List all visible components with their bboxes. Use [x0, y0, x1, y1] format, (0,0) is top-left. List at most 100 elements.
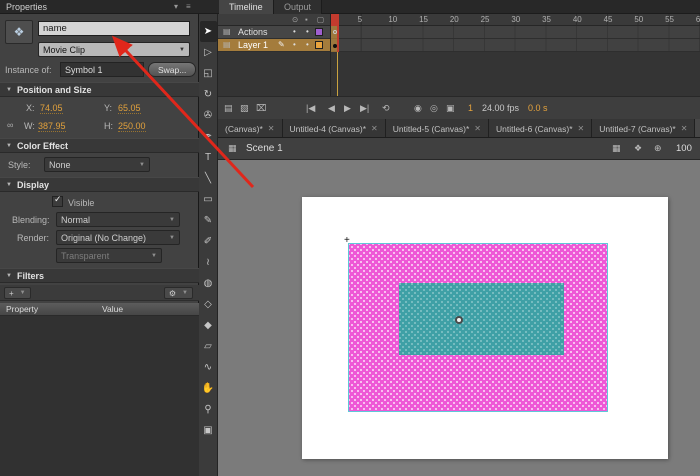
document-tab[interactable]: Untitled-6 (Canvas)*✕ — [489, 119, 592, 138]
step-forward-button[interactable]: ▶| — [360, 97, 369, 120]
panel-menu-icon[interactable]: ≡ — [186, 2, 191, 11]
delete-layer-button[interactable]: ⌧ — [256, 97, 266, 120]
selected-movieclip-shape[interactable] — [348, 243, 608, 412]
new-layer-button[interactable]: ▤ — [224, 97, 233, 120]
playhead-line[interactable] — [337, 14, 339, 52]
frame-rate-indicator[interactable]: 24.00 fps — [482, 97, 519, 120]
frame-row-actions[interactable] — [331, 26, 700, 39]
frame-grid[interactable] — [331, 26, 700, 52]
paint-bucket-tool[interactable]: ◍ — [200, 273, 217, 294]
subselection-tool[interactable]: ▷ — [200, 42, 217, 63]
tab-output[interactable]: Output — [274, 0, 322, 14]
loop-button[interactable]: ⟲ — [382, 97, 390, 120]
edit-symbols-icon[interactable]: ❖ — [634, 143, 642, 154]
document-tab[interactable]: Untitled-5 (Canvas)*✕ — [386, 119, 489, 138]
layer-row-actions[interactable]: ▤Actions•• — [218, 26, 331, 39]
section-filters[interactable]: ▼ Filters — [0, 268, 199, 283]
onion-skin-outlines-button[interactable]: ◎ — [430, 97, 438, 120]
close-tab-icon[interactable]: ✕ — [578, 124, 585, 133]
instance-name-input[interactable] — [38, 21, 190, 36]
document-tab[interactable]: Untitled-4 (Canvas)*✕ — [283, 119, 386, 138]
style-dropdown[interactable]: None ▼ — [44, 157, 150, 172]
frame-ruler[interactable]: 151015202530354045505560 — [331, 14, 700, 26]
section-display[interactable]: ▼ Display — [0, 177, 199, 192]
outline-box-icon[interactable]: ▢ — [317, 14, 324, 26]
layer-visible-dot[interactable]: • — [293, 40, 296, 49]
edit-bar: ▦ Scene 1 ▦ ❖ ⊕ 100 — [218, 138, 700, 160]
filters-toolbar: + ▼ ⚙ ▼ — [0, 285, 199, 301]
layer-lock-dot[interactable]: • — [306, 27, 309, 36]
pencil-tool[interactable]: ✎ — [200, 210, 217, 231]
instance-of-value: Symbol 1 — [65, 65, 103, 75]
instance-of-value-field[interactable]: Symbol 1 — [60, 62, 144, 77]
eraser-tool[interactable]: ▱ — [200, 336, 217, 357]
inner-rectangle-shape[interactable] — [399, 283, 564, 355]
close-tab-icon[interactable]: ✕ — [681, 124, 688, 133]
transformation-point[interactable] — [455, 316, 463, 324]
visible-checkbox[interactable]: ✓ — [52, 196, 63, 207]
document-tab[interactable]: Untitled-7 (Canvas)*✕ — [592, 119, 695, 138]
text-tool[interactable]: T — [200, 147, 217, 168]
rectangle-tool[interactable]: ▭ — [200, 189, 217, 210]
camera-tool[interactable]: ▣ — [200, 420, 217, 441]
document-tab[interactable]: Untitled-8 (Canva✕ — [695, 119, 700, 138]
blending-dropdown[interactable]: Normal ▼ — [56, 212, 180, 227]
hand-tool[interactable]: ✋ — [200, 378, 217, 399]
selection-tool[interactable]: ➤ — [200, 21, 217, 42]
lasso-tool[interactable]: ✇ — [200, 105, 217, 126]
lock-icon[interactable]: ▪ — [305, 14, 308, 26]
pen-tool[interactable]: ✒ — [200, 126, 217, 147]
close-tab-icon[interactable]: ✕ — [371, 124, 378, 133]
x-value[interactable]: 74.05 — [40, 103, 63, 114]
close-tab-icon[interactable]: ✕ — [474, 124, 481, 133]
width-tool[interactable]: ∿ — [200, 357, 217, 378]
section-position-and-size[interactable]: ▼ Position and Size — [0, 82, 199, 97]
gear-icon: ⚙ — [169, 289, 176, 298]
symbol-type-dropdown[interactable]: Movie Clip ▼ — [38, 42, 190, 57]
layer-row-layer-1[interactable]: ▤Layer 1✎•• — [218, 39, 331, 52]
eye-icon[interactable]: ⊙ — [292, 14, 298, 26]
pasteboard[interactable]: + — [218, 160, 700, 476]
chevron-down-icon: ▼ — [20, 290, 26, 296]
play-button[interactable]: ▶ — [344, 97, 351, 120]
scene-name[interactable]: Scene 1 — [246, 143, 283, 154]
w-label: W: — [24, 121, 35, 131]
render-dropdown[interactable]: Original (No Change) ▼ — [56, 230, 180, 245]
section-color-effect[interactable]: ▼ Color Effect — [0, 138, 199, 153]
onion-skin-button[interactable]: ◉ — [414, 97, 422, 120]
brush-tool[interactable]: ✐ — [200, 231, 217, 252]
w-value[interactable]: 387.95 — [38, 121, 66, 132]
eyedropper-tool[interactable]: ◆ — [200, 315, 217, 336]
bone-tool[interactable]: ≀ — [200, 252, 217, 273]
ink-bottle-tool[interactable]: ◇ — [200, 294, 217, 315]
3d-rotation-tool[interactable]: ↻ — [200, 84, 217, 105]
edit-scene-icon[interactable]: ▦ — [612, 143, 621, 154]
layer-visible-dot[interactable]: • — [293, 27, 296, 36]
line-tool[interactable]: ╲ — [200, 168, 217, 189]
free-transform-tool[interactable]: ◱ — [200, 63, 217, 84]
layer-lock-dot[interactable]: • — [306, 40, 309, 49]
link-width-height-icon[interactable]: ∞ — [7, 120, 13, 130]
stage[interactable]: + — [302, 197, 668, 459]
go-to-first-frame-button[interactable]: |◀ — [306, 97, 315, 120]
y-value[interactable]: 65.05 — [118, 103, 141, 114]
center-stage-icon[interactable]: ⊕ — [654, 143, 662, 154]
ruler-frame-number: 25 — [481, 15, 490, 24]
h-value[interactable]: 250.00 — [118, 121, 146, 132]
document-tab[interactable]: (Canvas)*✕ — [218, 119, 283, 138]
properties-panel-title[interactable]: Properties — [6, 2, 47, 12]
layer-outline-color-chip[interactable] — [315, 28, 323, 36]
new-folder-button[interactable]: ▧ — [240, 97, 249, 120]
tab-timeline[interactable]: Timeline — [219, 0, 274, 14]
edit-multiple-frames-button[interactable]: ▣ — [446, 97, 455, 120]
panel-options-icon[interactable]: ▾ — [174, 2, 178, 11]
swap-button[interactable]: Swap... — [148, 62, 196, 77]
step-back-button[interactable]: ◀ — [328, 97, 335, 120]
add-filter-button[interactable]: + ▼ — [4, 287, 31, 299]
filter-options-button[interactable]: ⚙ ▼ — [164, 287, 193, 299]
frame-row-layer1[interactable] — [331, 39, 700, 52]
zoom-level-value[interactable]: 100 — [676, 143, 692, 154]
layer-outline-color-chip[interactable] — [315, 41, 323, 49]
close-tab-icon[interactable]: ✕ — [268, 124, 275, 133]
zoom-tool[interactable]: ⚲ — [200, 399, 217, 420]
